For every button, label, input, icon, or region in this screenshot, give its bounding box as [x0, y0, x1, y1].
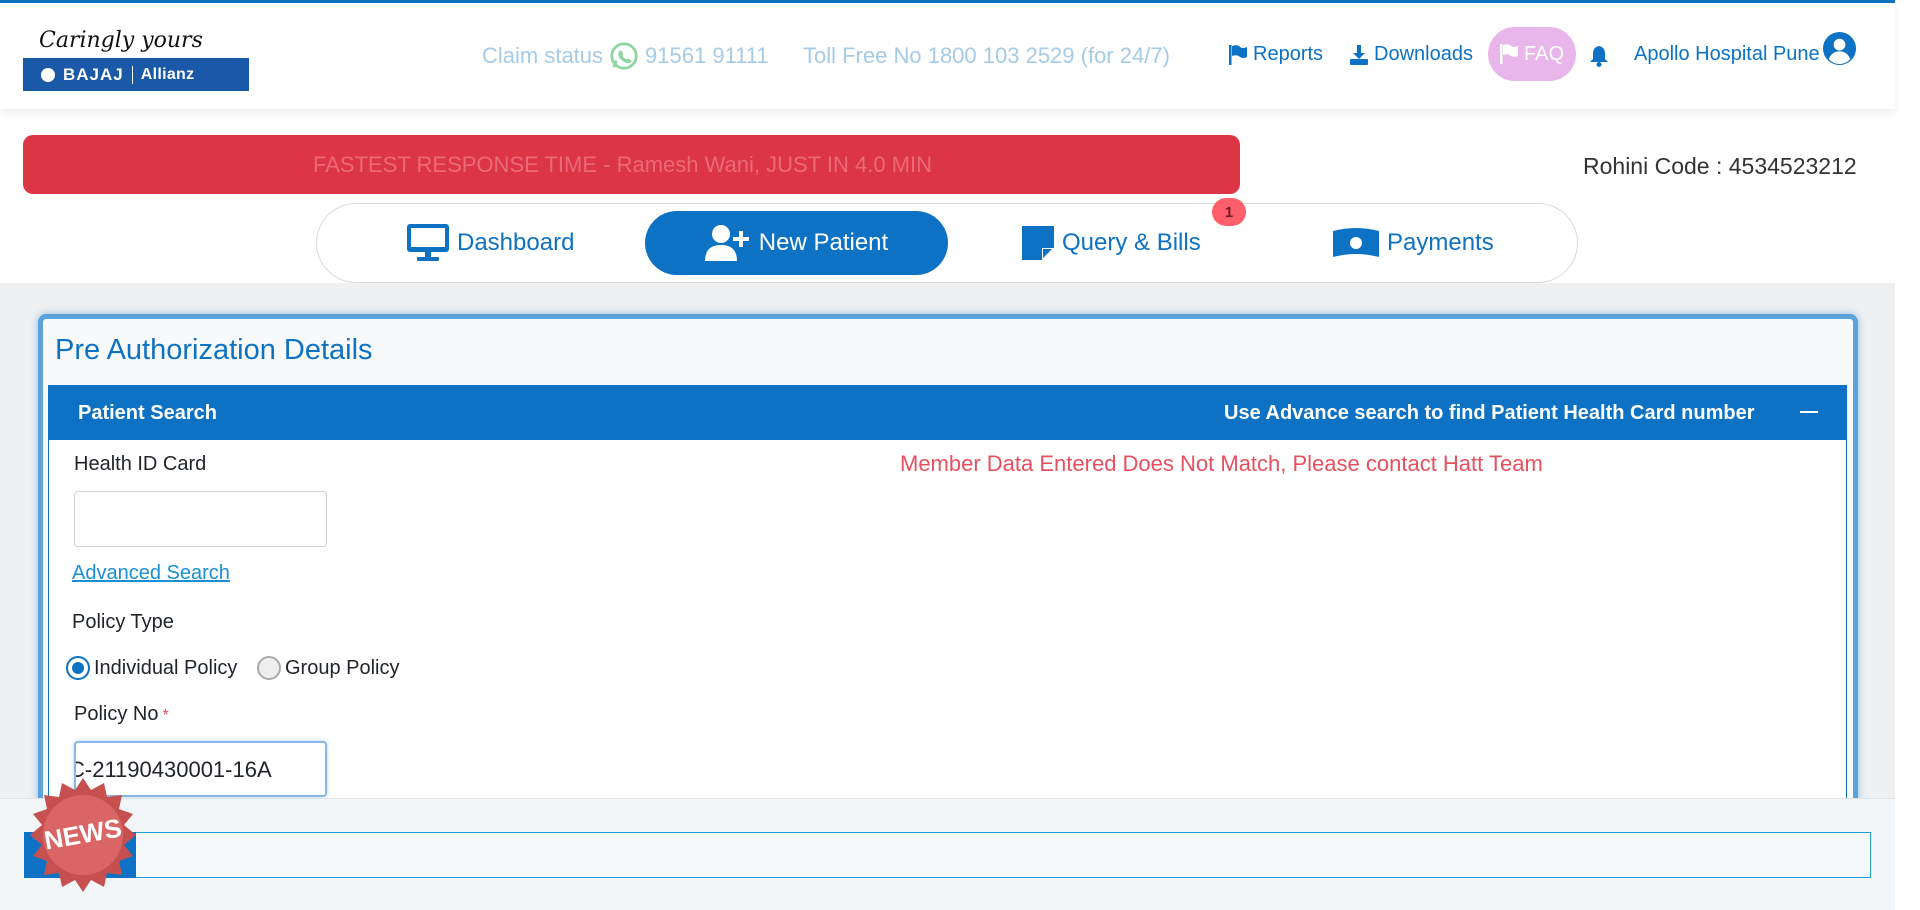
advanced-search-link[interactable]: Advanced Search: [72, 562, 230, 585]
fastest-response-banner: FASTEST RESPONSE TIME - Ramesh Wani, JUS…: [23, 135, 1240, 194]
policy-no-label: Policy No *: [74, 703, 169, 726]
required-marker: *: [162, 707, 169, 724]
individual-policy-label: Individual Policy: [94, 656, 238, 679]
tab-payments-label: Payments: [1387, 229, 1494, 256]
user-plus-icon: [704, 225, 749, 261]
patient-search-header: Patient Search Use Advance search to fin…: [48, 385, 1847, 440]
claim-status-label: Claim status: [482, 43, 604, 68]
bajaj-allianz-logo[interactable]: Caringly yours BAJAJ Allianz: [23, 23, 249, 91]
advance-search-hint[interactable]: Use Advance search to find Patient Healt…: [1224, 402, 1755, 425]
tab-new-patient-label: New Patient: [758, 229, 889, 256]
news-badge-icon: NEWS: [30, 778, 136, 892]
news-ticker: [24, 832, 1871, 878]
patient-search-title: Patient Search: [78, 402, 217, 424]
header: Caringly yours BAJAJ Allianz Claim statu…: [0, 3, 1895, 109]
logo-tagline: Caringly yours: [23, 23, 249, 58]
tab-dashboard[interactable]: Dashboard: [407, 211, 574, 275]
tollfree-number: Toll Free No 1800 103 2529 (for 24/7): [803, 43, 1170, 68]
whatsapp-icon: [610, 42, 638, 70]
faq-label: FAQ: [1523, 42, 1564, 65]
money-bill-icon: [1333, 228, 1379, 257]
claim-status-phone: 91561 91111: [645, 43, 769, 68]
logo-brand: BAJAJ: [63, 64, 124, 84]
claim-status[interactable]: Claim status 91561 91111: [482, 41, 769, 71]
radio-unselected-icon[interactable]: [257, 656, 281, 680]
flag-icon: [1499, 44, 1518, 64]
bajaj-mark-icon: [41, 67, 55, 82]
tab-dashboard-label: Dashboard: [457, 229, 575, 256]
user-circle-icon[interactable]: [1822, 31, 1857, 66]
radio-selected-icon[interactable]: [66, 656, 90, 680]
tab-query-bills[interactable]: Query & Bills: [1022, 211, 1201, 275]
collapse-icon[interactable]: [1800, 411, 1818, 413]
page-title: Pre Authorization Details: [55, 334, 373, 366]
tab-query-bills-label: Query & Bills: [1062, 229, 1201, 256]
faq-button[interactable]: FAQ: [1488, 27, 1576, 81]
individual-policy-radio[interactable]: Individual Policy: [66, 656, 237, 680]
download-icon: [1350, 44, 1368, 65]
tab-new-patient[interactable]: New Patient: [645, 211, 948, 275]
group-policy-radio[interactable]: Group Policy: [257, 656, 400, 680]
fastest-response-text: FASTEST RESPONSE TIME - Ramesh Wani, JUS…: [313, 151, 932, 177]
downloads-label: Downloads: [1374, 43, 1473, 65]
hospital-name[interactable]: Apollo Hospital Pune: [1634, 43, 1820, 66]
reports-link[interactable]: Reports: [1229, 43, 1323, 66]
bell-icon[interactable]: [1589, 45, 1609, 67]
tab-payments[interactable]: Payments: [1333, 211, 1494, 275]
policy-type-label: Policy Type: [72, 611, 174, 633]
main-nav-tabs: Dashboard New Patient Query & Bills Paym…: [316, 203, 1578, 283]
flag-icon: [1229, 44, 1247, 65]
downloads-link[interactable]: Downloads: [1350, 43, 1473, 66]
reports-label: Reports: [1253, 43, 1324, 65]
policy-no-label-text: Policy No: [74, 703, 159, 725]
error-message: Member Data Entered Does Not Match, Plea…: [900, 451, 1543, 476]
health-id-input[interactable]: [74, 491, 327, 547]
health-id-label: Health ID Card: [74, 453, 207, 475]
rohini-code: Rohini Code : 4534523212: [1583, 153, 1857, 179]
query-bills-count-badge: 1: [1212, 198, 1246, 226]
monitor-icon: [407, 224, 449, 261]
group-policy-label: Group Policy: [285, 656, 400, 679]
sticky-note-icon: [1022, 226, 1054, 260]
logo-partner: Allianz: [140, 65, 195, 83]
logo-brand-bar: BAJAJ Allianz: [23, 58, 249, 91]
logo-divider: [131, 65, 133, 84]
